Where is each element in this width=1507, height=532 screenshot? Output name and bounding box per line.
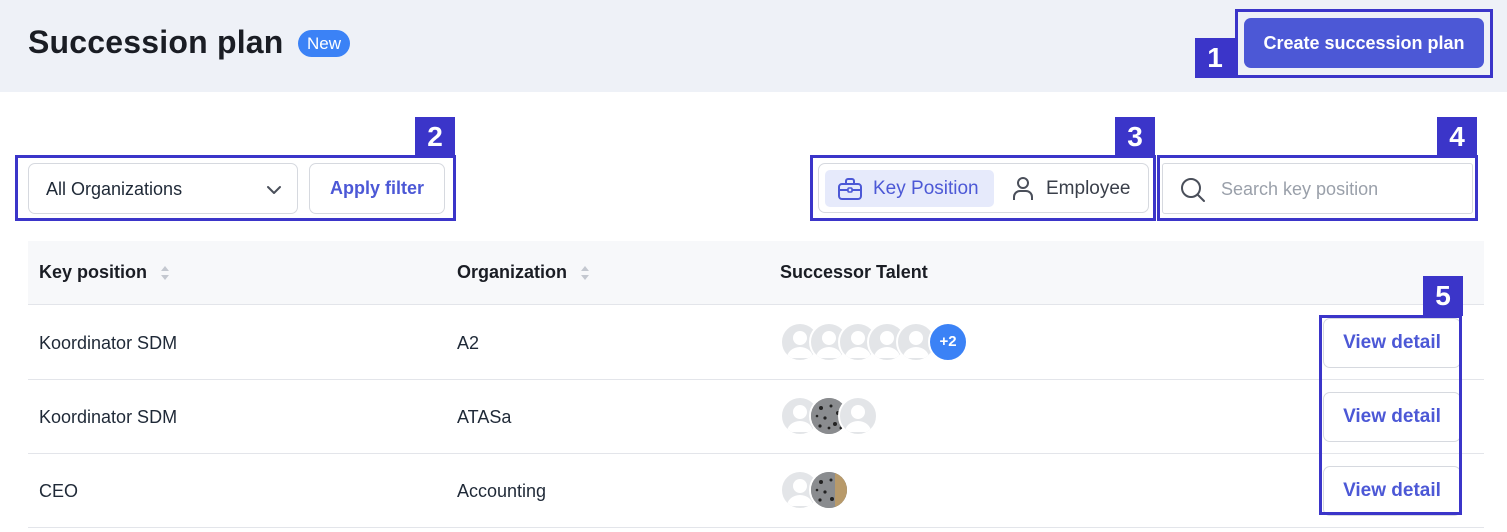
callout-box-5 bbox=[1319, 315, 1462, 515]
sort-icon[interactable] bbox=[159, 263, 171, 283]
callout-number-3: 3 bbox=[1115, 117, 1155, 157]
key-position-cell: Koordinator SDM bbox=[39, 407, 178, 427]
page-title: Succession plan bbox=[28, 24, 284, 60]
organization-cell: ATASa bbox=[457, 407, 512, 427]
table-header: Key position Organization Successor Tale… bbox=[28, 241, 1484, 305]
callout-number-4: 4 bbox=[1437, 117, 1477, 157]
organization-cell: A2 bbox=[457, 333, 480, 353]
table-row: CEO Accounting View detail bbox=[28, 454, 1484, 528]
organization-cell: Accounting bbox=[457, 481, 547, 501]
callout-number-2: 2 bbox=[415, 117, 455, 157]
column-successor-talent: Successor Talent bbox=[780, 262, 928, 282]
table-row: Koordinator SDM A2 +2 View detail bbox=[28, 306, 1484, 380]
column-key-position[interactable]: Key position bbox=[39, 262, 147, 283]
table-row: Koordinator SDM ATASa View detail bbox=[28, 380, 1484, 454]
callout-box-2 bbox=[15, 155, 456, 221]
callout-box-1 bbox=[1235, 9, 1493, 78]
sort-icon[interactable] bbox=[579, 263, 591, 283]
column-organization[interactable]: Organization bbox=[457, 262, 567, 283]
more-successors-badge[interactable]: +2 bbox=[928, 322, 968, 362]
callout-box-3 bbox=[810, 155, 1156, 221]
key-position-cell: Koordinator SDM bbox=[39, 333, 178, 353]
key-position-cell: CEO bbox=[39, 481, 79, 501]
callout-box-4 bbox=[1157, 155, 1478, 221]
avatar bbox=[838, 396, 878, 436]
callout-number-5: 5 bbox=[1423, 276, 1463, 316]
avatar-photo bbox=[809, 470, 849, 510]
new-badge: New bbox=[298, 30, 351, 57]
callout-number-1: 1 bbox=[1195, 38, 1235, 78]
